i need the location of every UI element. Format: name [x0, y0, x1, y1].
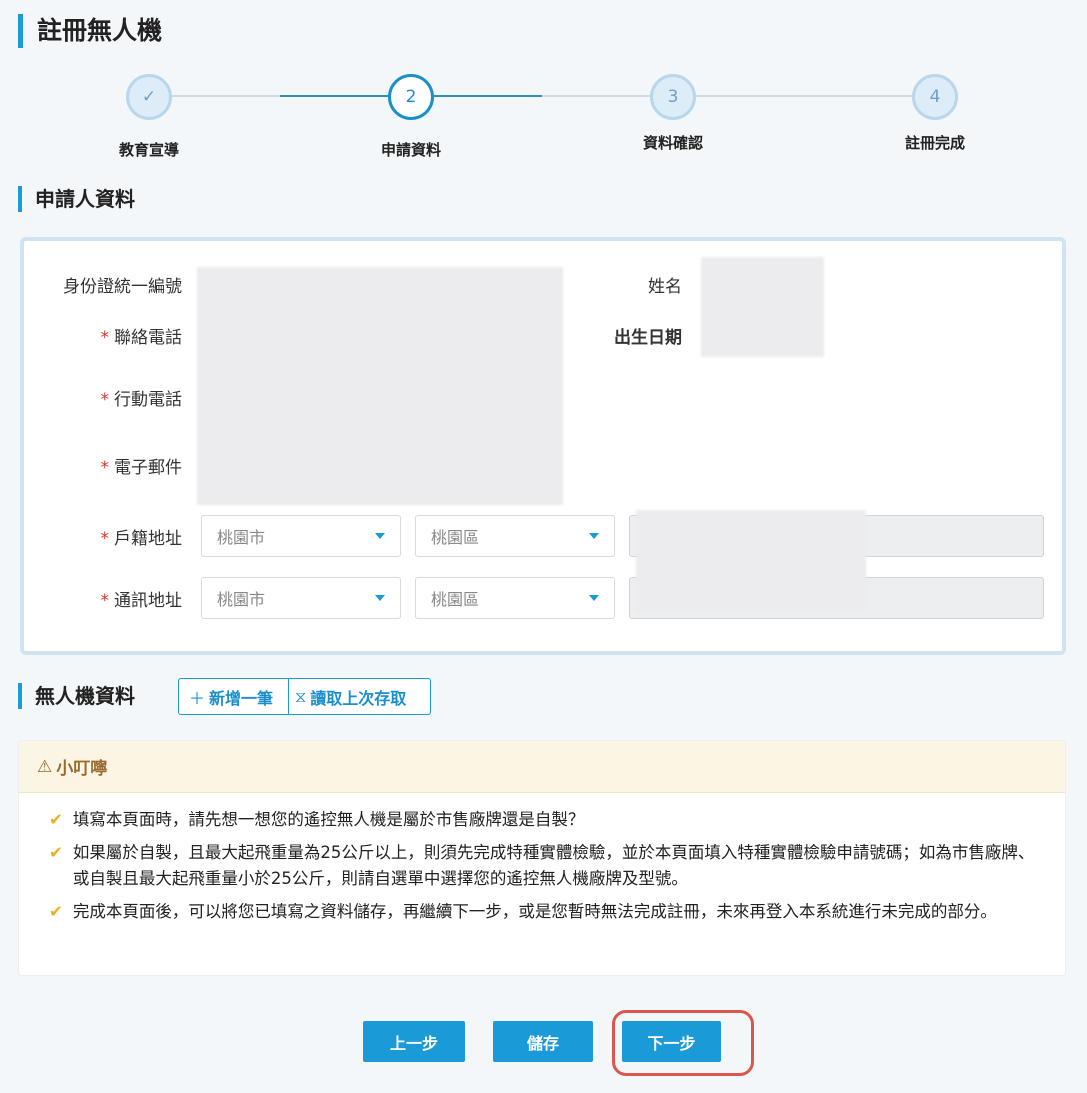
mobile-label-text: 行動電話 [114, 390, 182, 410]
phone-label-text: 聯絡電話 [114, 328, 182, 348]
chevron-down-icon [589, 595, 599, 601]
step-1-check-icon: ✓ [126, 74, 172, 120]
mobile-label: * 行動電話 [12, 385, 183, 410]
add-drone-label: 新增一筆 [209, 688, 274, 708]
email-label-text: 電子郵件 [114, 458, 182, 478]
chevron-down-icon [589, 533, 599, 539]
select-value: 桃園市 [217, 528, 266, 547]
chevron-down-icon [375, 595, 385, 601]
notice-box: ⚠ 小叮嚀 ✔ 填寫本頁面時，請先想一想您的遙控無人機是屬於市售廠牌還是自製？ ✔ 如… [18, 740, 1066, 976]
add-drone-button[interactable]: ＋新增一筆 [178, 678, 289, 715]
step-label: 申請資料 [380, 141, 441, 159]
phone-label: * 聯絡電話 [12, 323, 183, 348]
step-2-circle: 2 [388, 74, 434, 120]
id-label: 身份證統一編號 [63, 277, 182, 297]
step-4-circle: 4 [912, 74, 958, 120]
step-connector [542, 95, 912, 97]
required-mark: * [100, 458, 110, 478]
household-district-select[interactable]: 桃園區 [415, 515, 615, 557]
required-mark: * [100, 591, 110, 611]
warning-icon: ⚠ [37, 756, 53, 777]
step-label: 註冊完成 [904, 134, 965, 152]
applicant-section-title: 申請人資料 [18, 186, 135, 212]
hourglass-icon: ⧖ [295, 686, 307, 706]
check-icon: ✔ [49, 902, 63, 921]
household-label-text: 戶籍地址 [114, 529, 182, 549]
select-value: 桃園區 [431, 590, 480, 609]
notice-text: 如果屬於自製，且最大起飛重量為25公斤以上，則須先完成特種實體檢驗，並於本頁面填… [72, 843, 1035, 888]
required-mark: * [100, 328, 110, 348]
prev-step-button[interactable]: 上一步 [363, 1021, 465, 1062]
check-icon: ✔ [49, 843, 63, 862]
redacted-address [636, 510, 866, 612]
highlight-outline [612, 1010, 754, 1076]
mail-district-select[interactable]: 桃園區 [415, 577, 615, 619]
notice-text: 填寫本頁面時，請先想一想您的遙控無人機是屬於市售廠牌還是自製？ [72, 810, 585, 829]
save-button[interactable]: 儲存 [493, 1021, 593, 1062]
drone-section-title: 無人機資料 [18, 683, 135, 709]
check-icon: ✔ [49, 810, 63, 829]
notice-title: 小叮嚀 [56, 759, 108, 779]
household-label: * 戶籍地址 [12, 524, 183, 549]
notice-item: ✔ 填寫本頁面時，請先想一想您的遙控無人機是屬於市售廠牌還是自製？ [49, 807, 1035, 833]
notice-header: ⚠ 小叮嚀 [19, 741, 1065, 793]
household-city-select[interactable]: 桃園市 [201, 515, 401, 557]
plus-icon: ＋ [189, 688, 206, 708]
redacted-name-birth [701, 257, 824, 357]
notice-item: ✔ 完成本頁面後，可以將您已填寫之資料儲存，再繼續下一步，或是您暫時無法完成註冊，… [49, 899, 1035, 925]
step-3-circle: 3 [650, 74, 696, 120]
email-label: * 電子郵件 [12, 453, 183, 478]
chevron-down-icon [375, 533, 385, 539]
mail-address-label: * 通訊地址 [12, 586, 183, 611]
select-value: 桃園市 [217, 590, 266, 609]
load-saved-label: 讀取上次存取 [310, 688, 407, 708]
notice-text: 完成本頁面後，可以將您已填寫之資料儲存，再繼續下一步，或是您暫時無法完成註冊，未… [72, 902, 997, 921]
redacted-contact-fields [197, 267, 563, 505]
mail-label-text: 通訊地址 [114, 591, 182, 611]
select-value: 桃園區 [431, 528, 480, 547]
notice-item: ✔ 如果屬於自製，且最大起飛重量為25公斤以上，則須先完成特種實體檢驗，並於本頁面… [49, 840, 1035, 892]
mail-city-select[interactable]: 桃園市 [201, 577, 401, 619]
page-title: 註冊無人機 [18, 14, 162, 48]
step-label: 資料確認 [642, 134, 703, 152]
load-saved-button[interactable]: ⧖ 讀取上次存取 [288, 678, 431, 715]
required-mark: * [100, 529, 110, 549]
step-connector [172, 95, 280, 97]
required-mark: * [100, 390, 110, 410]
step-label: 教育宣導 [118, 141, 179, 159]
